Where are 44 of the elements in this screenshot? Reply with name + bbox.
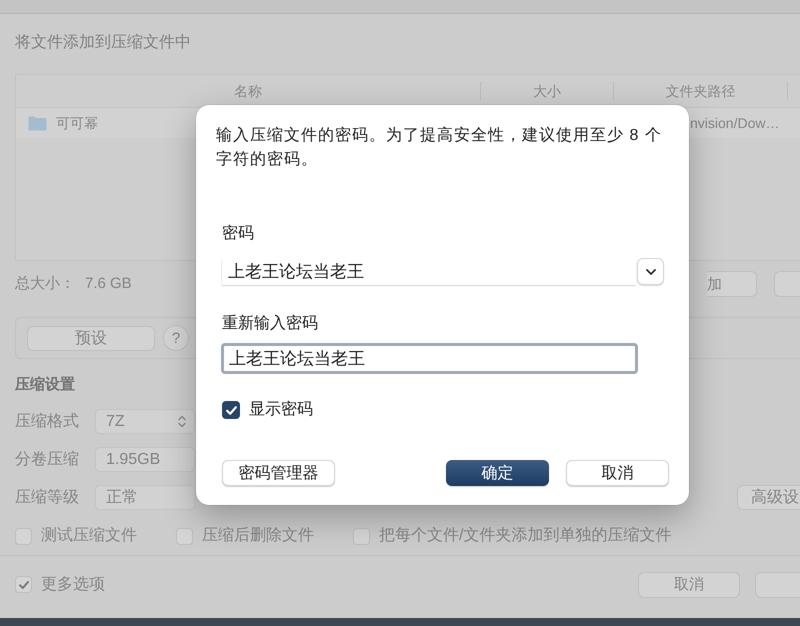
checkbox[interactable] xyxy=(15,576,32,593)
setting-label: 压缩格式 xyxy=(15,412,80,432)
advanced-settings-button[interactable]: 高级设 xyxy=(737,485,800,510)
option-label: 压缩后删除文件 xyxy=(202,527,314,545)
column-header[interactable]: 大小 xyxy=(481,82,614,100)
add-button[interactable]: 加 xyxy=(707,271,757,297)
field-label: 重新输入密码 xyxy=(222,314,318,334)
preset-button[interactable]: 预设 xyxy=(27,326,155,350)
password-confirm-field[interactable]: 上老王论坛当老王 xyxy=(221,343,638,374)
total-size-value: 7.6 GB xyxy=(85,274,132,294)
field-label: 密码 xyxy=(222,224,254,244)
checkbox[interactable] xyxy=(176,528,193,544)
cancel-button[interactable]: 取消 xyxy=(566,460,669,486)
option-label: 更多选项 xyxy=(41,576,105,594)
folder-icon xyxy=(28,116,47,130)
password-field[interactable]: 上老王论坛当老王 xyxy=(222,258,636,284)
checkmark-icon xyxy=(18,578,30,590)
checkbox[interactable] xyxy=(222,401,240,419)
password-manager-button[interactable]: 密码管理器 xyxy=(222,460,335,486)
setting-label: 分卷压缩 xyxy=(15,450,80,470)
checkmark-icon xyxy=(224,404,238,416)
column-header[interactable]: 文件夹路径 xyxy=(614,82,788,100)
format-select[interactable]: 7Z xyxy=(95,409,195,434)
setting-field[interactable]: 1.95GB xyxy=(95,447,195,472)
file-name: 可可幂 xyxy=(56,114,98,132)
total-size-label: 总大小： xyxy=(15,274,75,294)
dialog-message: 输入压缩文件的密码。为了提高安全性，建议使用至少 8 个字符的密码。 xyxy=(216,126,663,170)
ok-button[interactable]: 确定 xyxy=(446,460,549,486)
chevron-down-icon xyxy=(646,268,656,274)
checkbox[interactable] xyxy=(353,528,370,544)
folder-path: nvision/Dow… xyxy=(690,114,780,132)
cancel-button[interactable]: 取消 xyxy=(638,572,740,598)
help-button[interactable]: ? xyxy=(163,325,189,351)
section-heading: 压缩设置 xyxy=(15,375,75,395)
window-title: 将文件添加到压缩文件中 xyxy=(15,32,191,53)
column-header[interactable]: 名称 xyxy=(16,82,481,100)
option-label: 把每个文件/文件夹添加到单独的压缩文件 xyxy=(379,527,672,545)
option-label: 测试压缩文件 xyxy=(41,527,137,545)
setting-label: 压缩等级 xyxy=(15,488,80,508)
up-down-chevron-icon xyxy=(178,415,186,428)
checkbox-label: 显示密码 xyxy=(249,400,313,420)
dropdown-button[interactable] xyxy=(637,258,664,285)
checkbox[interactable] xyxy=(15,528,32,544)
setting-field[interactable]: 正常 xyxy=(95,485,195,510)
